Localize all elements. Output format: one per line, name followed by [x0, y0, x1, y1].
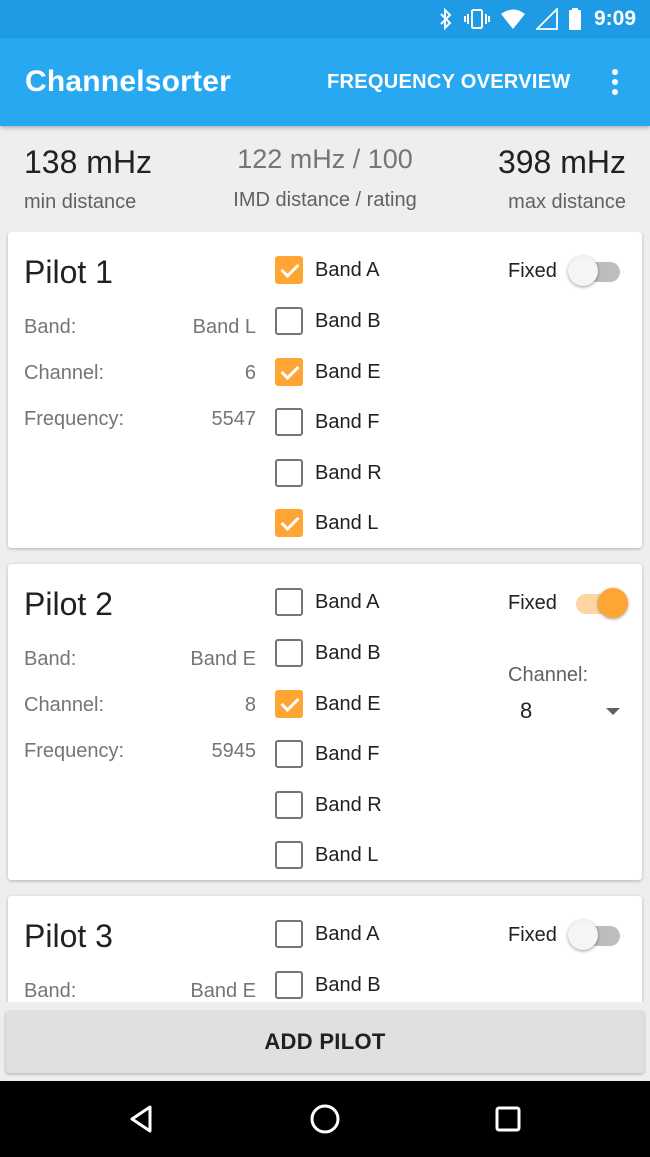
fixed-toggle[interactable]: [568, 918, 628, 952]
channel-label: Channel:: [24, 362, 105, 384]
back-icon[interactable]: [126, 1103, 158, 1135]
pilot-list[interactable]: Pilot 1 Band: Band L Channel: 6 Frequenc…: [0, 232, 650, 1002]
channel-value: 8: [244, 694, 256, 716]
band-checkbox-r[interactable]: Band R: [275, 790, 382, 820]
battery-icon: [568, 8, 581, 30]
imd-distance-label: IMD distance / rating: [233, 189, 417, 211]
app-title: Channelsorter: [25, 65, 231, 98]
channel-select-label: Channel:: [508, 664, 589, 686]
pilot-title: Pilot 2: [24, 586, 113, 622]
wifi-icon: [500, 9, 525, 29]
band-checkbox-a[interactable]: Band A: [275, 919, 380, 949]
band-checkbox-e[interactable]: Band E: [275, 689, 381, 719]
signal-icon: [535, 8, 558, 30]
band-value: Band E: [190, 648, 256, 670]
checkbox[interactable]: [275, 358, 303, 386]
channel-label: Channel:: [24, 694, 105, 716]
band-label: Band:: [24, 648, 77, 670]
min-distance-value: 138 mHz: [24, 144, 153, 180]
channel-value: 6: [244, 362, 256, 384]
frequency-value: 5945: [211, 740, 257, 762]
status-bar: 9:09: [0, 0, 650, 38]
status-time: 9:09: [593, 7, 636, 30]
min-distance: 138 mHz min distance: [24, 144, 152, 214]
home-icon[interactable]: [309, 1103, 341, 1135]
band-checkbox-f[interactable]: Band F: [275, 407, 379, 437]
band-label: Band:: [24, 980, 77, 1002]
vibrate-icon: [463, 9, 490, 29]
pilot-card: Pilot 1 Band: Band L Channel: 6 Frequenc…: [8, 232, 642, 548]
checkbox[interactable]: [275, 841, 303, 869]
distance-summary: 138 mHz min distance 122 mHz / 100 IMD d…: [0, 126, 650, 232]
band-checkbox-b[interactable]: Band B: [275, 306, 381, 336]
imd-distance: 122 mHz / 100 IMD distance / rating: [222, 144, 428, 212]
pilot-card: Pilot 2 Band: Band E Channel: 8 Frequenc…: [8, 564, 642, 880]
min-distance-label: min distance: [24, 191, 137, 213]
pilot-title: Pilot 3: [24, 918, 113, 954]
recents-icon[interactable]: [492, 1103, 524, 1135]
checkbox[interactable]: [275, 740, 303, 768]
band-checkbox-b[interactable]: Band B: [275, 970, 381, 1000]
checkbox[interactable]: [275, 971, 303, 999]
max-distance-value: 398 mHz: [497, 144, 626, 180]
dropdown-arrow-icon: [606, 707, 620, 715]
band-checkbox-l[interactable]: Band L: [275, 840, 378, 870]
more-vert-icon[interactable]: [605, 66, 625, 98]
band-checkbox-l[interactable]: Band L: [275, 508, 378, 538]
checkbox[interactable]: [275, 408, 303, 436]
band-label: Band:: [24, 316, 77, 338]
fixed-label: Fixed: [508, 592, 557, 614]
checkbox[interactable]: [275, 920, 303, 948]
band-checkbox-a[interactable]: Band A: [275, 587, 380, 617]
band-checkbox-e[interactable]: Band E: [275, 357, 381, 387]
checkbox[interactable]: [275, 459, 303, 487]
pilot-title: Pilot 1: [24, 254, 113, 290]
channel-select-value: 8: [520, 698, 533, 723]
checkbox[interactable]: [275, 307, 303, 335]
bluetooth-icon: [440, 7, 452, 31]
band-checkbox-f[interactable]: Band F: [275, 739, 379, 769]
navigation-bar: [0, 1081, 650, 1157]
imd-distance-value: 122 mHz / 100: [237, 144, 413, 174]
fixed-label: Fixed: [508, 260, 557, 282]
checkbox[interactable]: [275, 588, 303, 616]
max-distance-label: max distance: [508, 191, 626, 213]
checkbox[interactable]: [275, 690, 303, 718]
band-value: Band L: [192, 316, 256, 338]
band-checkbox-r[interactable]: Band R: [275, 458, 382, 488]
checkbox[interactable]: [275, 256, 303, 284]
checkbox[interactable]: [275, 639, 303, 667]
channel-select[interactable]: 8: [520, 694, 620, 728]
app-bar: Channelsorter FREQUENCY OVERVIEW: [0, 38, 650, 126]
band-value: Band E: [190, 980, 256, 1002]
band-checkbox-a[interactable]: Band A: [275, 255, 380, 285]
max-distance: 398 mHz max distance: [498, 144, 626, 214]
checkbox[interactable]: [275, 509, 303, 537]
add-pilot-button[interactable]: ADD PILOT: [6, 1011, 644, 1073]
frequency-label: Frequency:: [24, 740, 125, 762]
pilot-card: Pilot 3 Band: Band E Band A Band B Fixed: [8, 896, 642, 1002]
frequency-overview-button[interactable]: FREQUENCY OVERVIEW: [327, 71, 571, 94]
frequency-label: Frequency:: [24, 408, 125, 430]
fixed-toggle[interactable]: [568, 254, 628, 288]
band-checkbox-b[interactable]: Band B: [275, 638, 381, 668]
fixed-label: Fixed: [508, 924, 557, 946]
fixed-toggle[interactable]: [568, 586, 628, 620]
frequency-value: 5547: [211, 408, 257, 430]
checkbox[interactable]: [275, 791, 303, 819]
